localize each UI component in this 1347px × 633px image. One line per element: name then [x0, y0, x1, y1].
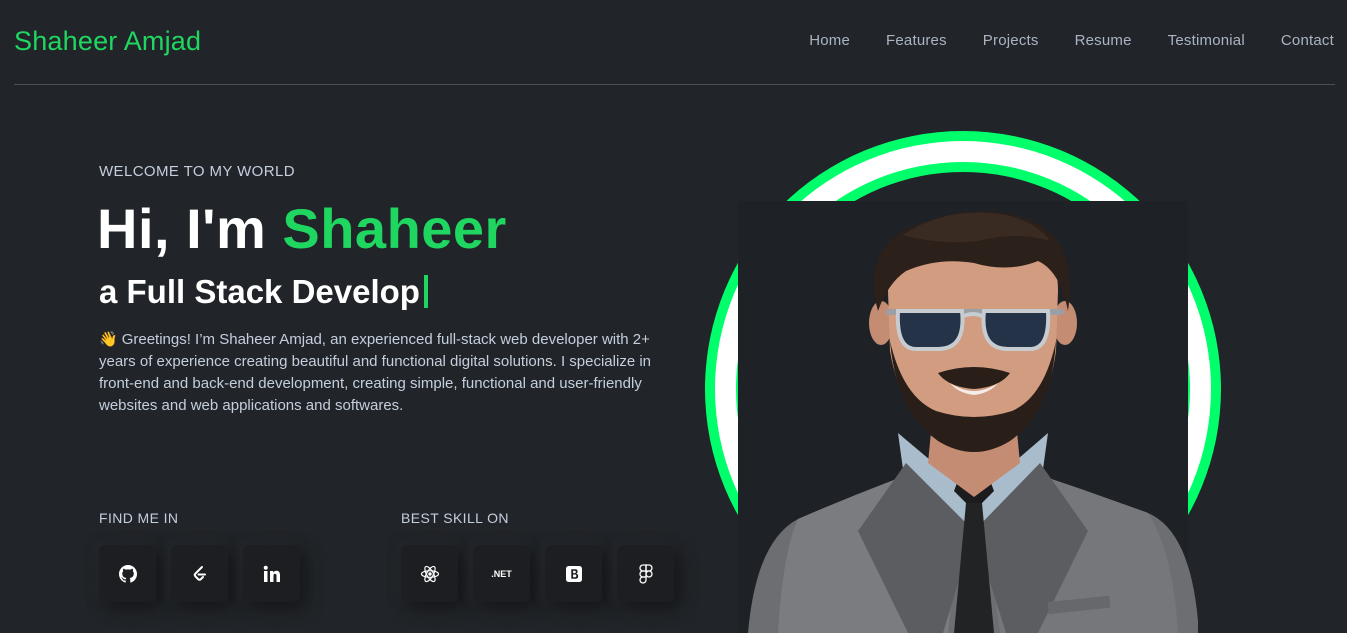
typing-cursor	[423, 275, 428, 308]
header-divider	[14, 84, 1335, 85]
skill-icons: .NET	[401, 545, 674, 602]
brand-logo[interactable]: Shaheer Amjad	[14, 26, 201, 57]
react-button[interactable]	[401, 545, 458, 602]
page: Shaheer Amjad Home Features Projects Res…	[0, 0, 1347, 633]
hero-name: Shaheer	[282, 197, 507, 260]
bootstrap-icon	[565, 565, 582, 582]
figma-button[interactable]	[617, 545, 674, 602]
linkedin-icon	[263, 565, 280, 582]
leetcode-button[interactable]	[171, 545, 228, 602]
nav-resume[interactable]: Resume	[1075, 32, 1132, 49]
best-skill-label: BEST SKILL ON	[401, 510, 509, 526]
github-icon	[118, 564, 137, 583]
hero-headline: Hi, I'm Shaheer	[97, 196, 507, 261]
leetcode-icon	[193, 565, 206, 581]
nav-home[interactable]: Home	[809, 32, 850, 49]
nav-features[interactable]: Features	[886, 32, 947, 49]
react-icon	[420, 565, 439, 582]
dotnet-icon: .NET	[491, 568, 512, 579]
social-icons	[99, 545, 300, 602]
typed-role-text: a Full Stack Develop	[99, 273, 420, 310]
dotnet-button[interactable]: .NET	[473, 545, 530, 602]
find-me-label: FIND ME IN	[99, 510, 179, 526]
typed-role: a Full Stack Develop	[99, 273, 428, 311]
nav-contact[interactable]: Contact	[1281, 32, 1334, 49]
welcome-text: WELCOME TO MY WORLD	[99, 163, 295, 180]
nav-testimonial[interactable]: Testimonial	[1168, 32, 1245, 49]
linkedin-button[interactable]	[243, 545, 300, 602]
bootstrap-button[interactable]	[545, 545, 602, 602]
github-button[interactable]	[99, 545, 156, 602]
nav-projects[interactable]: Projects	[983, 32, 1039, 49]
intro-text: Greetings! I’m Shaheer Amjad, an experie…	[99, 331, 651, 414]
hero-greeting: Hi, I'm	[97, 197, 267, 260]
main-nav: Home Features Projects Resume Testimonia…	[809, 32, 1334, 49]
profile-portrait	[748, 211, 1198, 633]
figma-icon	[638, 563, 653, 584]
waving-hand-icon: 👋	[99, 331, 118, 348]
intro-paragraph: 👋 Greetings! I’m Shaheer Amjad, an experi…	[99, 329, 674, 417]
